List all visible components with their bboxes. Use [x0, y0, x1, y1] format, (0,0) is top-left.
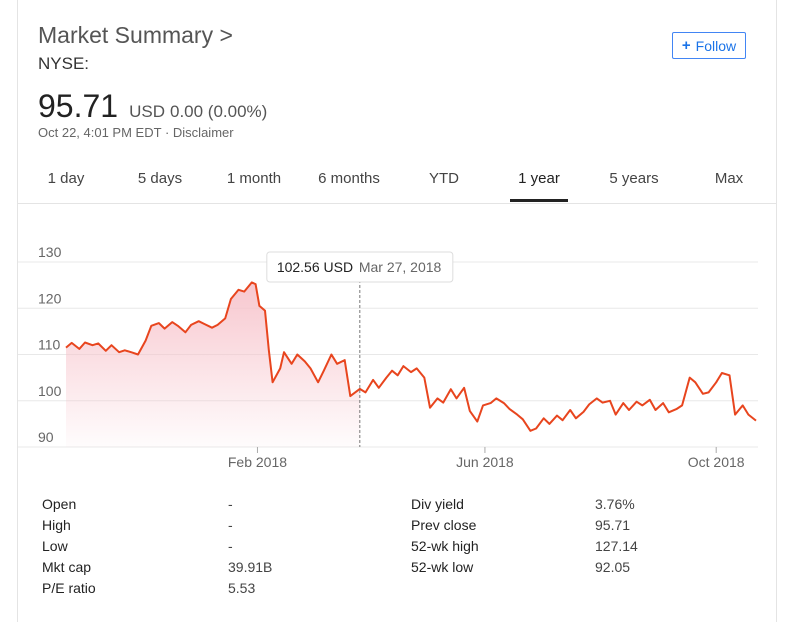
meta-separator: · — [164, 125, 170, 140]
follow-button[interactable]: + Follow — [672, 32, 746, 59]
stats-right-column: Div yield 3.76% Prev close 95.71 52-wk high 1… — [411, 496, 638, 580]
stat-row: Prev close 95.71 — [411, 517, 630, 538]
stat-label: Div yield — [411, 496, 464, 512]
tab-max[interactable]: Max — [704, 155, 754, 202]
quote-timestamp: Oct 22, 4:01 PM EDT — [38, 125, 162, 140]
tab-5-years[interactable]: 5 years — [599, 155, 669, 202]
stat-label: Prev close — [411, 517, 477, 533]
y-tick-label: 130 — [38, 244, 62, 260]
follow-label: Follow — [695, 37, 737, 54]
stat-value: 127.14 — [595, 538, 638, 554]
stat-row: 52-wk high 127.14 — [411, 538, 638, 559]
x-tick-label: Jun 2018 — [456, 454, 514, 470]
price-row: 95.71 USD 0.00 (0.00%) — [38, 88, 267, 125]
tab-1-day[interactable]: 1 day — [31, 155, 101, 202]
stat-row: Div yield 3.76% — [411, 496, 635, 517]
price-chart-svg[interactable]: 90 100 110 120 130 Feb 2018 Jun 2018 Oct 2018 10… — [18, 230, 776, 480]
stat-value: - — [228, 538, 233, 554]
price-change: 0.00 (0.00%) — [169, 102, 268, 121]
stat-row: Mkt cap 39.91B — [42, 559, 272, 580]
stat-row: Open - — [42, 496, 233, 517]
key-stats: Open - High - Low - Mkt cap 39.91B P/E ratio 5.53… — [42, 496, 762, 606]
stat-value: 92.05 — [595, 559, 631, 575]
stat-value: 5.53 — [228, 580, 256, 596]
disclaimer-link[interactable]: Disclaimer — [173, 125, 234, 140]
tab-6-months[interactable]: 6 months — [304, 155, 394, 202]
stat-value: - — [228, 496, 233, 512]
x-tick-label: Oct 2018 — [688, 454, 745, 470]
stat-row: Low - — [42, 538, 233, 559]
stat-label: Low — [42, 538, 68, 554]
stat-label: Mkt cap — [42, 559, 92, 575]
stat-row: 52-wk low 92.05 — [411, 559, 630, 580]
currency-label: USD — [129, 102, 165, 121]
stat-value: 3.76% — [595, 496, 635, 512]
market-summary-card: Market Summary > NYSE: + Follow 95.71 US… — [17, 0, 777, 622]
stat-label: 52-wk high — [411, 538, 479, 554]
tooltip-value: 102.56 USD — [277, 259, 353, 275]
tab-1-year[interactable]: 1 year — [510, 155, 568, 202]
stat-value: 95.71 — [595, 517, 631, 533]
price-area-fill — [66, 282, 360, 447]
stats-left-column: Open - High - Low - Mkt cap 39.91B P/E ratio 5.53 — [42, 496, 272, 601]
price-chart: 90 100 110 120 130 Feb 2018 Jun 2018 Oct 2018 10… — [18, 230, 776, 480]
x-tick-label: Feb 2018 — [228, 454, 287, 470]
tab-1-month[interactable]: 1 month — [214, 155, 294, 202]
range-tabs: 1 day 5 days 1 month 6 months YTD 1 year 5 yea… — [18, 155, 776, 204]
stat-value: 39.91B — [228, 559, 273, 575]
stat-value: - — [228, 517, 233, 533]
title-row: Market Summary > — [38, 22, 233, 49]
stat-row: P/E ratio 5.53 — [42, 580, 255, 601]
stat-label: Open — [42, 496, 77, 512]
tab-ytd[interactable]: YTD — [414, 155, 474, 202]
y-tick-label: 100 — [38, 383, 62, 399]
plus-icon: + — [681, 37, 691, 54]
y-tick-label: 120 — [38, 290, 62, 306]
y-tick-label: 110 — [38, 337, 61, 353]
current-price: 95.71 — [38, 88, 119, 124]
exchange-label: NYSE: — [38, 54, 90, 73]
market-summary-title[interactable]: Market Summary > — [38, 22, 233, 48]
stat-label: P/E ratio — [42, 580, 96, 596]
tooltip-date: Mar 27, 2018 — [359, 259, 442, 275]
stat-label: High — [42, 517, 71, 533]
quote-meta: Oct 22, 4:01 PM EDT · Disclaimer — [38, 125, 234, 140]
stat-label: 52-wk low — [411, 559, 474, 575]
stat-row: High - — [42, 517, 233, 538]
y-tick-label: 90 — [38, 429, 54, 445]
tab-5-days[interactable]: 5 days — [125, 155, 195, 202]
